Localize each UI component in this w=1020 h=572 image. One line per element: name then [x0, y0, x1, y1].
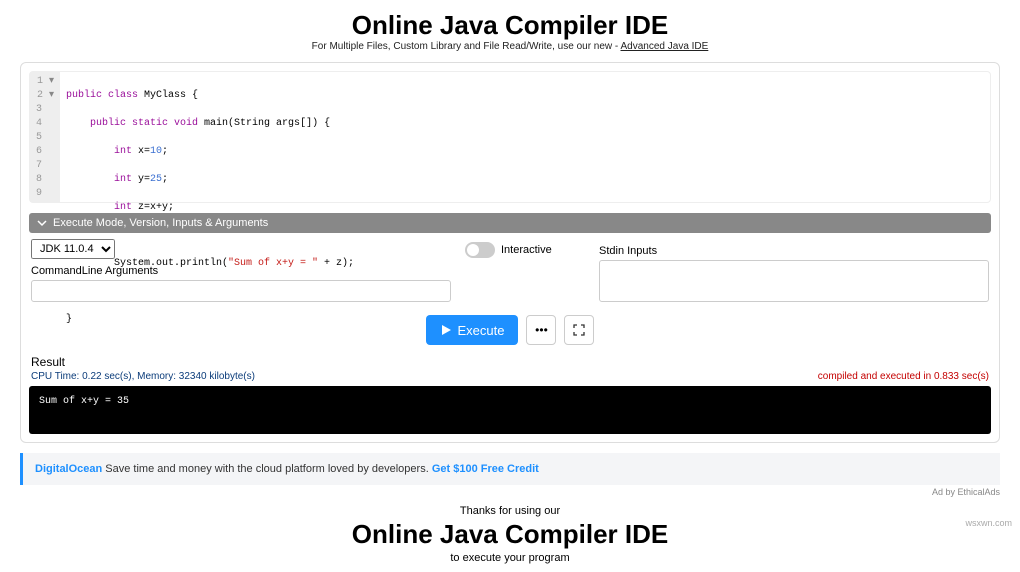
advanced-ide-link[interactable]: Advanced Java IDE — [621, 41, 709, 52]
result-label: Result — [31, 355, 989, 369]
ad-text: Save time and money with the cloud platf… — [102, 463, 432, 475]
footer-sub: to execute your program — [0, 552, 1020, 564]
cmdline-label: CommandLine Arguments — [31, 265, 451, 277]
main-panel: 1 ▾ 2 ▾ 3 4 5 6 7 8 9 public class MyCla… — [20, 62, 1000, 443]
ad-attribution[interactable]: Ad by EthicalAds — [20, 487, 1000, 497]
result-stats-right: compiled and executed in 0.833 sec(s) — [818, 371, 989, 382]
ellipsis-icon: ••• — [535, 323, 548, 337]
editor-code[interactable]: public class MyClass { public static voi… — [60, 72, 360, 202]
fullscreen-button[interactable] — [564, 315, 594, 345]
ad-banner[interactable]: DigitalOcean Save time and money with th… — [20, 453, 1000, 485]
result-stats-left: CPU Time: 0.22 sec(s), Memory: 32340 kil… — [31, 371, 255, 382]
jdk-version-select[interactable]: JDK 11.0.4 — [31, 239, 115, 259]
editor-gutter: 1 ▾ 2 ▾ 3 4 5 6 7 8 9 — [30, 72, 60, 202]
execute-button[interactable]: Execute — [426, 315, 519, 345]
ad-credit-link[interactable]: Get $100 Free Credit — [432, 463, 539, 475]
chevron-down-icon — [37, 218, 47, 228]
footer-thanks: Thanks for using our — [0, 505, 1020, 517]
footer-title: Online Java Compiler IDE — [0, 519, 1020, 550]
stdin-label: Stdin Inputs — [599, 245, 989, 257]
interactive-label: Interactive — [501, 244, 552, 256]
cmdline-input[interactable] — [31, 280, 451, 302]
watermark: wsxwn.com — [965, 518, 1012, 528]
page-title: Online Java Compiler IDE — [0, 10, 1020, 41]
options-bar-label: Execute Mode, Version, Inputs & Argument… — [53, 217, 268, 229]
stdin-input[interactable] — [599, 260, 989, 302]
play-icon — [440, 324, 452, 336]
ad-brand: DigitalOcean — [35, 463, 102, 475]
more-button[interactable]: ••• — [526, 315, 556, 345]
interactive-toggle[interactable] — [465, 242, 495, 258]
result-console: Sum of x+y = 35 — [29, 386, 991, 434]
code-editor[interactable]: 1 ▾ 2 ▾ 3 4 5 6 7 8 9 public class MyCla… — [29, 71, 991, 203]
page-subtitle: For Multiple Files, Custom Library and F… — [0, 41, 1020, 52]
fullscreen-icon — [573, 324, 585, 336]
